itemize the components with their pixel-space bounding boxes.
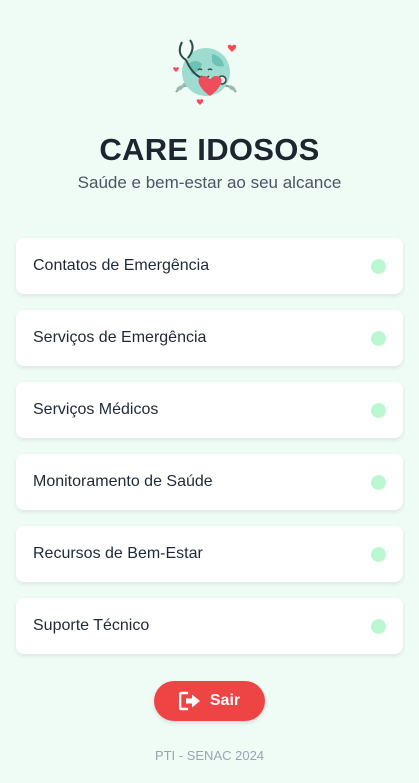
- menu-item-label: Contatos de Emergência: [33, 257, 210, 274]
- exit-button[interactable]: Sair: [154, 681, 265, 721]
- menu-item-suporte-tecnico[interactable]: Suporte Técnico: [16, 598, 403, 654]
- status-dot-icon: [371, 475, 386, 490]
- sign-out-icon: [178, 691, 200, 711]
- status-dot-icon: [371, 403, 386, 418]
- app-title: CARE IDOSOS: [99, 132, 320, 167]
- menu-item-recursos-bem-estar[interactable]: Recursos de Bem-Estar: [16, 526, 403, 582]
- menu-item-label: Recursos de Bem-Estar: [33, 545, 203, 562]
- exit-button-label: Sair: [209, 692, 241, 709]
- app-subtitle: Saúde e bem-estar ao seu alcance: [77, 173, 342, 192]
- menu-item-servicos-medicos[interactable]: Serviços Médicos: [16, 382, 403, 438]
- status-dot-icon: [371, 547, 386, 562]
- globe-heart-stethoscope-icon: [173, 39, 237, 105]
- status-dot-icon: [371, 619, 386, 634]
- status-dot-icon: [371, 331, 386, 346]
- menu-item-label: Suporte Técnico: [33, 617, 150, 634]
- menu-item-contatos-emergencia[interactable]: Contatos de Emergência: [16, 238, 403, 294]
- menu-item-label: Serviços de Emergência: [33, 329, 207, 346]
- footer-text: PTI - SENAC 2024: [154, 748, 265, 763]
- status-dot-icon: [371, 259, 386, 274]
- menu-item-monitoramento-saude[interactable]: Monitoramento de Saúde: [16, 454, 403, 510]
- menu-item-label: Monitoramento de Saúde: [33, 473, 213, 490]
- menu-item-label: Serviços Médicos: [33, 401, 159, 418]
- menu-item-servicos-emergencia[interactable]: Serviços de Emergência: [16, 310, 403, 366]
- app-logo: [166, 34, 246, 114]
